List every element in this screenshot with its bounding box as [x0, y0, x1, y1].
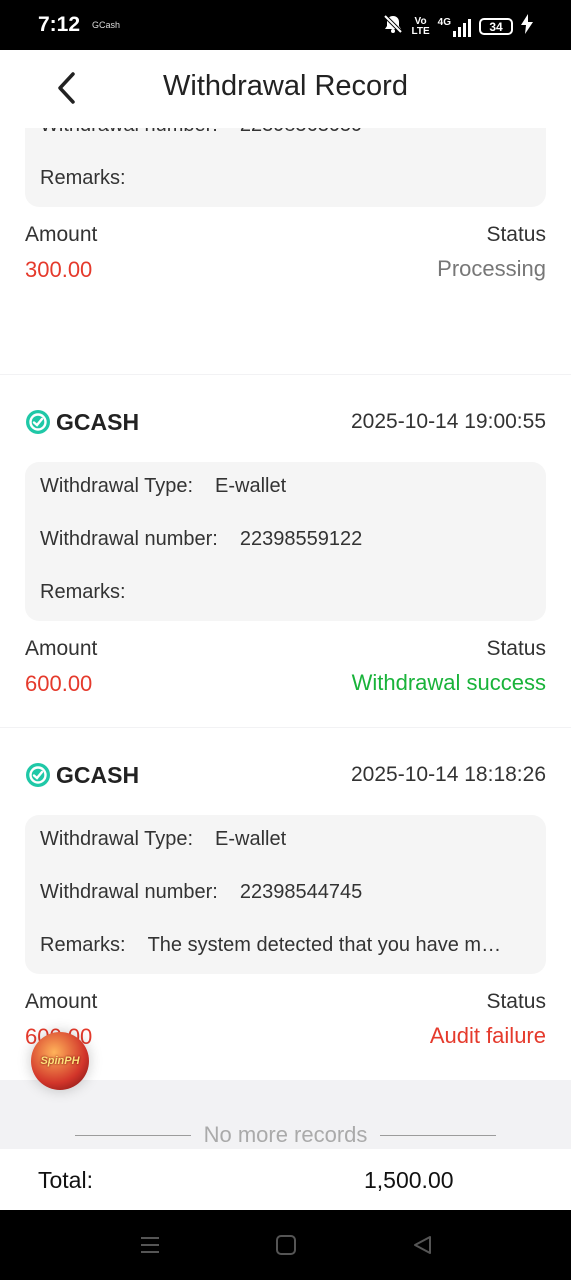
brand: GCASH	[25, 762, 139, 789]
remarks-label: Remarks	[40, 933, 121, 956]
record-list[interactable]: Withdrawal Type: E-wallet Withdrawal num…	[0, 128, 571, 1149]
amount-value: 300.00	[25, 257, 93, 282]
details-panel: Withdrawal Type: E-wallet Withdrawal num…	[25, 462, 546, 621]
back-nav-button[interactable]	[407, 1232, 437, 1258]
page-title: Withdrawal Record	[163, 70, 408, 102]
details-panel: Withdrawal Type: E-wallet Withdrawal num…	[25, 128, 546, 207]
amount-value: 600.00	[25, 671, 93, 696]
status-value: Withdrawal success	[351, 670, 546, 695]
withdrawal-number-label: Withdrawal number	[40, 128, 212, 136]
withdrawal-type-row: Withdrawal Type: E-wallet	[40, 474, 287, 497]
withdrawal-number-row: Withdrawal number: 22398544745	[40, 880, 363, 903]
battery-indicator: 34	[479, 18, 513, 35]
recents-button[interactable]	[135, 1232, 165, 1258]
status-label: Status	[486, 637, 546, 660]
withdrawal-type-label: Withdrawal Type	[40, 474, 188, 497]
divider	[74, 1134, 191, 1136]
brand-name: GCASH	[56, 761, 140, 788]
home-button[interactable]	[271, 1232, 301, 1258]
status-bar: 7:12 GCash Vo LTE 4G 34	[0, 0, 571, 50]
no-more-records-text: No more records	[203, 1122, 368, 1147]
remarks-value: The system detected that you have m…	[147, 933, 502, 956]
details-panel: Withdrawal Type: E-wallet Withdrawal num…	[25, 815, 546, 974]
charging-icon	[521, 14, 533, 39]
divider	[380, 1134, 497, 1136]
record-card: GCASH 2025-10-14 19:00:55 Withdrawal Typ…	[0, 375, 571, 727]
brand-name: GCASH	[56, 408, 140, 435]
record-time: 2025-10-14 18:18:26	[351, 763, 546, 786]
promo-label: SpinPH	[40, 1055, 80, 1067]
total-value: 1,500.00	[364, 1167, 454, 1193]
amount-label: Amount	[25, 223, 98, 246]
status-icons: Vo LTE 4G 34	[382, 14, 533, 39]
record-header: GCASH 2025-10-14 18:18:26	[25, 760, 546, 790]
brand: GCASH	[25, 409, 139, 436]
remarks-label: Remarks	[40, 580, 121, 603]
total-bar: Total: 1,500.00	[0, 1149, 571, 1210]
signal-icon: 4G	[438, 17, 471, 37]
withdrawal-number-row: Withdrawal number: 22398559122	[40, 527, 363, 550]
triangle-back-icon	[414, 1236, 431, 1254]
status-label: Status	[486, 223, 546, 246]
volte-indicator: Vo LTE	[411, 15, 430, 37]
remarks-label: Remarks	[40, 166, 121, 189]
withdrawal-type-label: Withdrawal Type	[40, 827, 188, 850]
withdrawal-number-label: Withdrawal number	[40, 527, 213, 550]
spinph-float-button[interactable]: SpinPH	[31, 1032, 89, 1090]
gcash-logo-icon	[26, 763, 50, 787]
mute-icon	[382, 14, 404, 39]
withdrawal-number-value: 22398563059	[240, 128, 362, 137]
amount-label: Amount	[25, 990, 98, 1013]
withdrawal-number-value: 22398544745	[239, 880, 363, 903]
no-more-records: No more records	[0, 1120, 571, 1149]
total-label: Total:	[38, 1167, 93, 1193]
withdrawal-type-value: E-wallet	[215, 474, 287, 497]
system-nav-bar	[0, 1210, 571, 1280]
status-time: 7:12	[38, 13, 81, 36]
withdrawal-number-label: Withdrawal number	[40, 880, 213, 903]
network-type: 4G	[437, 16, 451, 28]
withdrawal-number-value: 22398559122	[239, 527, 363, 550]
withdrawal-type-value: E-wallet	[215, 827, 287, 850]
amount-label: Amount	[25, 637, 98, 660]
battery-level: 34	[489, 19, 503, 34]
status-value: Processing	[437, 256, 546, 281]
remarks-row: Remarks:	[40, 166, 126, 189]
record-time: 2025-10-14 19:00:55	[351, 410, 546, 433]
record-card: GCASH 2025-10-14 18:18:26 Withdrawal Typ…	[0, 728, 571, 1080]
app-header: Withdrawal Record	[0, 50, 571, 128]
home-square-icon	[276, 1235, 296, 1255]
status-value: Audit failure	[429, 1023, 546, 1048]
gcash-logo-icon	[26, 410, 50, 434]
menu-icon	[141, 1237, 159, 1253]
withdrawal-type-row: Withdrawal Type: E-wallet	[40, 827, 287, 850]
withdrawal-number-row: Withdrawal number: 22398563059	[40, 128, 531, 140]
status-app-label: GCash	[92, 20, 121, 30]
record-header: GCASH 2025-10-14 19:00:55	[25, 407, 546, 437]
record-card: Withdrawal Type: E-wallet Withdrawal num…	[0, 128, 571, 374]
remarks-row: Remarks: The system detected that you ha…	[40, 933, 502, 956]
remarks-row: Remarks:	[40, 580, 126, 603]
status-label: Status	[486, 990, 546, 1013]
